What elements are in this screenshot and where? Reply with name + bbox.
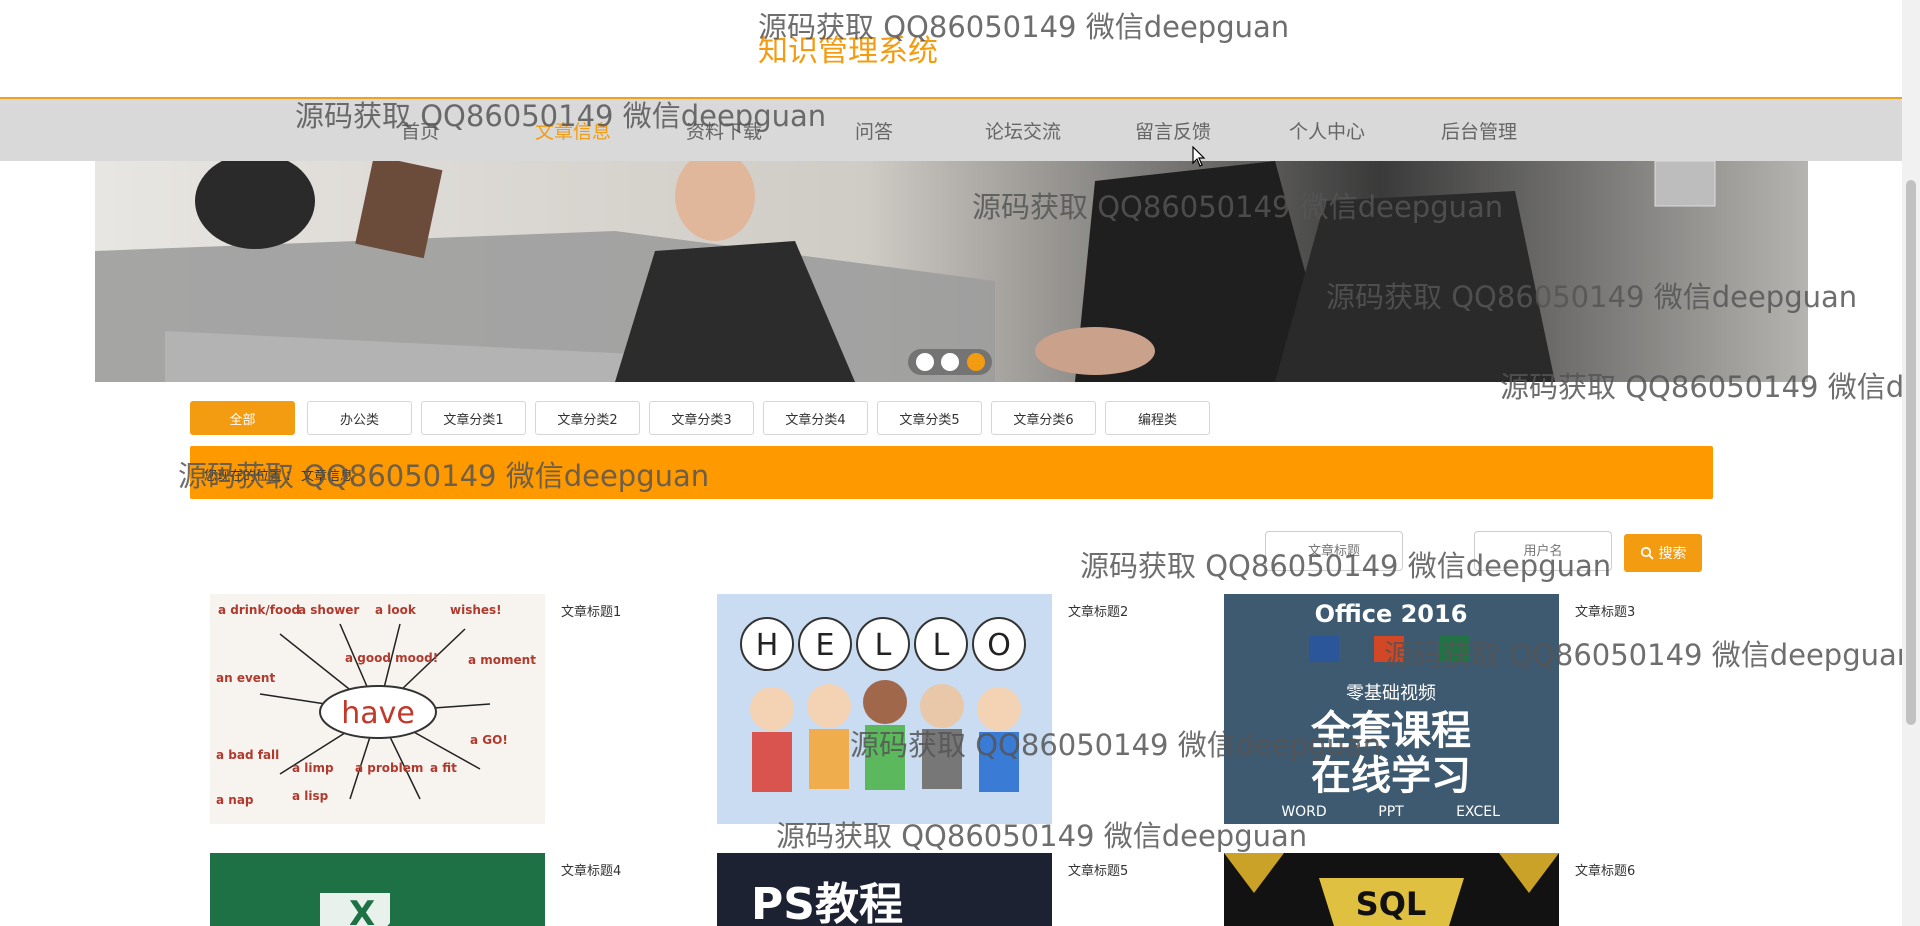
article-1-label: a problem (355, 761, 423, 775)
article-1-label: a limp (292, 761, 334, 775)
search-title-input[interactable] (1265, 531, 1403, 571)
article-title-2[interactable]: 文章标题2 (1068, 601, 1128, 620)
article-3-footer: WORD (1281, 804, 1326, 820)
article-1-label: a drink/food (218, 603, 300, 617)
article-1-label: a look (375, 603, 417, 617)
site-header: 知识管理系统 (0, 0, 1902, 99)
article-1-label: a lisp (292, 789, 329, 803)
article-3-footer: EXCEL (1456, 804, 1500, 820)
article-1-label: a GO! (470, 733, 508, 747)
nav-item-qa[interactable]: 问答 (855, 117, 893, 144)
article-image-5[interactable]: PS教程 (717, 853, 1052, 926)
article-3-line: 零基础视频 (1346, 683, 1436, 704)
article-1-label: a moment (468, 653, 536, 667)
category-tab-5[interactable]: 文章分类5 (877, 401, 982, 435)
article-title-5[interactable]: 文章标题5 (1068, 860, 1128, 879)
article-4-text: X 月 (349, 894, 421, 926)
article-2-letter: L (933, 628, 950, 663)
category-tab-3[interactable]: 文章分类3 (649, 401, 754, 435)
article-1-label: a good mood! (345, 651, 438, 665)
search-button-label: 搜索 (1658, 546, 1687, 562)
category-tab-all[interactable]: 全部 (190, 401, 295, 435)
article-3-heading: Office 2016 (1315, 600, 1468, 628)
page-scrollbar[interactable] (1902, 0, 1920, 926)
category-tab-4[interactable]: 文章分类4 (763, 401, 868, 435)
article-6-text: SQL (1356, 885, 1427, 923)
nav-item-home[interactable]: 首页 (401, 117, 439, 144)
breadcrumb-text: 您现在的位置：文章信息 (204, 465, 353, 484)
article-title-3[interactable]: 文章标题3 (1575, 601, 1635, 620)
category-tab-office[interactable]: 办公类 (307, 401, 412, 435)
category-tab-programming[interactable]: 编程类 (1105, 401, 1210, 435)
article-image-1[interactable]: have a drink/food a shower a look wishes… (210, 594, 545, 824)
article-title-4[interactable]: 文章标题4 (561, 860, 621, 879)
article-image-4[interactable]: X 月 (210, 853, 545, 926)
scrollbar-thumb[interactable] (1906, 180, 1916, 725)
nav-item-user-center[interactable]: 个人中心 (1289, 117, 1365, 144)
search-icon (1640, 546, 1654, 560)
article-1-label: a shower (298, 603, 359, 617)
breadcrumb-current[interactable]: 文章信息 (301, 469, 353, 484)
article-1-word: have (341, 696, 415, 731)
breadcrumb-separator: ： (285, 469, 299, 484)
article-1-label: a nap (216, 793, 254, 807)
carousel-dots (908, 349, 992, 375)
article-2-letter: L (875, 628, 892, 663)
article-title-1[interactable]: 文章标题1 (561, 601, 621, 620)
nav-item-forum[interactable]: 论坛交流 (985, 117, 1061, 144)
article-2-letter: H (756, 628, 779, 663)
article-1-label: a fit (430, 761, 457, 775)
breadcrumb-location-label: 您现在的位置 (204, 469, 283, 484)
nav-item-downloads[interactable]: 资料下载 (686, 117, 762, 144)
site-title: 知识管理系统 (758, 34, 938, 69)
article-1-label: an event (216, 671, 275, 685)
nav-item-articles[interactable]: 文章信息 (535, 117, 611, 144)
article-3-line: 全套课程 (1310, 708, 1471, 754)
article-image-6[interactable]: SQL (1224, 853, 1559, 926)
article-image-3[interactable]: Office 2016 零基础视频 全套课程 在线学习 WORD PPT EXC… (1224, 594, 1559, 824)
article-title-6[interactable]: 文章标题6 (1575, 860, 1635, 879)
nav-item-feedback[interactable]: 留言反馈 (1135, 117, 1211, 144)
category-tab-6[interactable]: 文章分类6 (991, 401, 1096, 435)
main-nav: 首页 文章信息 资料下载 问答 论坛交流 留言反馈 个人中心 后台管理 (0, 99, 1902, 161)
article-5-text: PS教程 (751, 879, 903, 926)
mouse-cursor-icon (1192, 146, 1206, 167)
article-2-letter: E (816, 628, 835, 663)
article-2-letter: O (987, 628, 1011, 663)
article-image-2[interactable]: H E L L O (717, 594, 1052, 824)
carousel-dot-3[interactable] (966, 353, 985, 371)
nav-item-admin[interactable]: 后台管理 (1441, 117, 1517, 144)
breadcrumb: 您现在的位置：文章信息 (190, 446, 1713, 499)
carousel-dot-1[interactable] (915, 353, 934, 371)
article-1-label: a bad fall (216, 748, 279, 762)
carousel-dot-2[interactable] (941, 353, 959, 371)
category-tab-2[interactable]: 文章分类2 (535, 401, 640, 435)
article-3-footer: PPT (1378, 804, 1404, 820)
category-tab-1[interactable]: 文章分类1 (421, 401, 526, 435)
search-username-input[interactable] (1474, 531, 1612, 571)
article-3-line: 在线学习 (1311, 753, 1471, 799)
search-button[interactable]: 搜索 (1624, 534, 1702, 572)
article-1-label: wishes! (450, 603, 502, 617)
